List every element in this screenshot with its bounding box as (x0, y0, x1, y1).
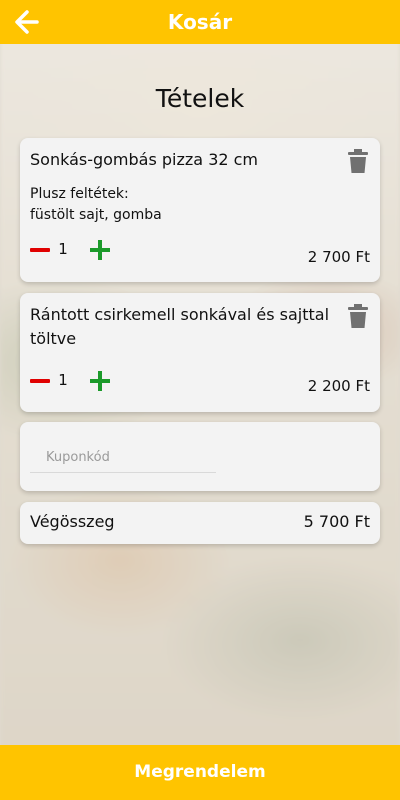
top-bar: Kosár (0, 0, 400, 44)
cart-item-card: Sonkás-gombás pizza 32 cm Plusz feltétek… (20, 138, 380, 282)
quantity-value: 1 (58, 371, 68, 389)
delete-item-button[interactable] (348, 149, 368, 173)
trash-icon (348, 304, 368, 328)
item-price: 2 700 Ft (307, 248, 370, 266)
item-name: Sonkás-gombás pizza 32 cm (30, 150, 259, 169)
cart-item-card: Rántott csirkemell sonkával és sajttal t… (20, 293, 380, 412)
total-card: Végösszeg 5 700 Ft (20, 502, 380, 544)
total-label: Végösszeg (30, 512, 115, 531)
item-name: Rántott csirkemell sonkával és sajttal t… (30, 305, 330, 348)
coupon-card (20, 422, 380, 491)
plus-icon[interactable] (90, 369, 110, 393)
quantity-value: 1 (58, 240, 68, 258)
extras-label: Plusz feltétek: (30, 186, 129, 202)
order-button[interactable]: Megrendelem (0, 745, 400, 800)
plus-icon[interactable] (90, 238, 110, 262)
extras-value: füstölt sajt, gomba (30, 207, 162, 223)
minus-icon[interactable] (30, 379, 50, 383)
page-title: Kosár (167, 10, 233, 34)
total-value: 5 700 Ft (303, 512, 370, 531)
minus-icon[interactable] (30, 248, 50, 252)
trash-icon (348, 149, 368, 173)
item-price: 2 200 Ft (307, 377, 370, 395)
delete-item-button[interactable] (348, 304, 368, 328)
coupon-input[interactable] (30, 442, 216, 473)
section-title: Tételek (155, 84, 245, 113)
